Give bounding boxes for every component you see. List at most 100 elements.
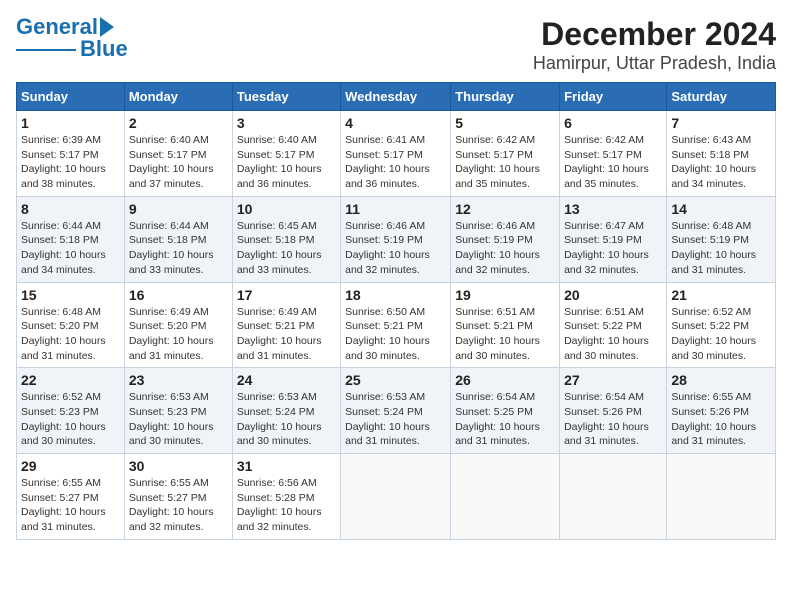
logo: General Blue bbox=[16, 16, 128, 60]
calendar-cell: 2Sunrise: 6:40 AM Sunset: 5:17 PM Daylig… bbox=[124, 111, 232, 197]
day-number: 11 bbox=[345, 201, 446, 217]
calendar-cell: 26 Sunrise: 6:54 AM Sunset: 5:25 PM Dayli… bbox=[451, 368, 560, 454]
day-number: 2 bbox=[129, 115, 228, 131]
header-wednesday: Wednesday bbox=[341, 83, 451, 111]
calendar-cell: 28 Sunrise: 6:55 AM Sunset: 5:26 PM Dayli… bbox=[667, 368, 776, 454]
day-info: Sunrise: 6:49 AM Sunset: 5:21 PM Dayligh… bbox=[237, 305, 336, 364]
calendar-cell: 6Sunrise: 6:42 AM Sunset: 5:17 PM Daylig… bbox=[560, 111, 667, 197]
calendar-cell: 31Sunrise: 6:56 AM Sunset: 5:28 PM Dayli… bbox=[232, 454, 340, 540]
day-info: Sunrise: 6:46 AM Sunset: 5:19 PM Dayligh… bbox=[345, 219, 446, 278]
day-info: Sunrise: 6:42 AM Sunset: 5:17 PM Dayligh… bbox=[564, 133, 662, 192]
day-info: Sunrise: 6:53 AM Sunset: 5:24 PM Dayligh… bbox=[345, 390, 446, 449]
calendar-cell: 19 Sunrise: 6:51 AM Sunset: 5:21 PM Dayli… bbox=[451, 282, 560, 368]
calendar-subtitle: Hamirpur, Uttar Pradesh, India bbox=[533, 53, 776, 74]
day-info: Sunrise: 6:43 AM Sunset: 5:18 PM Dayligh… bbox=[671, 133, 771, 192]
calendar-table: SundayMondayTuesdayWednesdayThursdayFrid… bbox=[16, 82, 776, 540]
day-number: 9 bbox=[129, 201, 228, 217]
page-header: General Blue December 2024 Hamirpur, Utt… bbox=[16, 16, 776, 74]
day-number: 29 bbox=[21, 458, 120, 474]
day-info: Sunrise: 6:55 AM Sunset: 5:27 PM Dayligh… bbox=[21, 476, 120, 535]
day-number: 22 bbox=[21, 372, 120, 388]
calendar-cell: 21Sunrise: 6:52 AM Sunset: 5:22 PM Dayli… bbox=[667, 282, 776, 368]
day-info: Sunrise: 6:45 AM Sunset: 5:18 PM Dayligh… bbox=[237, 219, 336, 278]
calendar-cell bbox=[341, 454, 451, 540]
calendar-cell: 1 Sunrise: 6:39 AM Sunset: 5:17 PM Daylig… bbox=[17, 111, 125, 197]
day-number: 13 bbox=[564, 201, 662, 217]
calendar-cell: 17 Sunrise: 6:49 AM Sunset: 5:21 PM Dayli… bbox=[232, 282, 340, 368]
day-info: Sunrise: 6:52 AM Sunset: 5:23 PM Dayligh… bbox=[21, 390, 120, 449]
day-number: 28 bbox=[671, 372, 771, 388]
calendar-cell: 30Sunrise: 6:55 AM Sunset: 5:27 PM Dayli… bbox=[124, 454, 232, 540]
day-info: Sunrise: 6:54 AM Sunset: 5:26 PM Dayligh… bbox=[564, 390, 662, 449]
day-number: 20 bbox=[564, 287, 662, 303]
day-info: Sunrise: 6:55 AM Sunset: 5:26 PM Dayligh… bbox=[671, 390, 771, 449]
day-info: Sunrise: 6:53 AM Sunset: 5:24 PM Dayligh… bbox=[237, 390, 336, 449]
day-number: 4 bbox=[345, 115, 446, 131]
calendar-cell: 25 Sunrise: 6:53 AM Sunset: 5:24 PM Dayli… bbox=[341, 368, 451, 454]
day-number: 1 bbox=[21, 115, 120, 131]
day-number: 10 bbox=[237, 201, 336, 217]
calendar-header-row: SundayMondayTuesdayWednesdayThursdayFrid… bbox=[17, 83, 776, 111]
day-info: Sunrise: 6:51 AM Sunset: 5:22 PM Dayligh… bbox=[564, 305, 662, 364]
calendar-cell: 22 Sunrise: 6:52 AM Sunset: 5:23 PM Dayli… bbox=[17, 368, 125, 454]
logo-blue-text: Blue bbox=[80, 38, 128, 60]
day-number: 15 bbox=[21, 287, 120, 303]
week-row-3: 15 Sunrise: 6:48 AM Sunset: 5:20 PM Dayli… bbox=[17, 282, 776, 368]
calendar-cell: 3 Sunrise: 6:40 AM Sunset: 5:17 PM Daylig… bbox=[232, 111, 340, 197]
logo-line bbox=[16, 49, 76, 51]
day-number: 16 bbox=[129, 287, 228, 303]
day-info: Sunrise: 6:41 AM Sunset: 5:17 PM Dayligh… bbox=[345, 133, 446, 192]
day-info: Sunrise: 6:55 AM Sunset: 5:27 PM Dayligh… bbox=[129, 476, 228, 535]
calendar-cell: 4 Sunrise: 6:41 AM Sunset: 5:17 PM Daylig… bbox=[341, 111, 451, 197]
day-info: Sunrise: 6:42 AM Sunset: 5:17 PM Dayligh… bbox=[455, 133, 555, 192]
calendar-cell: 13 Sunrise: 6:47 AM Sunset: 5:19 PM Dayli… bbox=[560, 196, 667, 282]
title-block: December 2024 Hamirpur, Uttar Pradesh, I… bbox=[533, 16, 776, 74]
day-info: Sunrise: 6:44 AM Sunset: 5:18 PM Dayligh… bbox=[21, 219, 120, 278]
header-tuesday: Tuesday bbox=[232, 83, 340, 111]
header-sunday: Sunday bbox=[17, 83, 125, 111]
week-row-5: 29 Sunrise: 6:55 AM Sunset: 5:27 PM Dayli… bbox=[17, 454, 776, 540]
header-friday: Friday bbox=[560, 83, 667, 111]
day-info: Sunrise: 6:40 AM Sunset: 5:17 PM Dayligh… bbox=[237, 133, 336, 192]
day-number: 26 bbox=[455, 372, 555, 388]
day-info: Sunrise: 6:48 AM Sunset: 5:20 PM Dayligh… bbox=[21, 305, 120, 364]
day-info: Sunrise: 6:47 AM Sunset: 5:19 PM Dayligh… bbox=[564, 219, 662, 278]
calendar-cell: 12 Sunrise: 6:46 AM Sunset: 5:19 PM Dayli… bbox=[451, 196, 560, 282]
day-info: Sunrise: 6:44 AM Sunset: 5:18 PM Dayligh… bbox=[129, 219, 228, 278]
calendar-cell: 10 Sunrise: 6:45 AM Sunset: 5:18 PM Dayli… bbox=[232, 196, 340, 282]
calendar-cell: 5 Sunrise: 6:42 AM Sunset: 5:17 PM Daylig… bbox=[451, 111, 560, 197]
day-number: 7 bbox=[671, 115, 771, 131]
header-saturday: Saturday bbox=[667, 83, 776, 111]
calendar-cell: 15 Sunrise: 6:48 AM Sunset: 5:20 PM Dayli… bbox=[17, 282, 125, 368]
day-number: 25 bbox=[345, 372, 446, 388]
week-row-1: 1 Sunrise: 6:39 AM Sunset: 5:17 PM Daylig… bbox=[17, 111, 776, 197]
day-info: Sunrise: 6:54 AM Sunset: 5:25 PM Dayligh… bbox=[455, 390, 555, 449]
day-info: Sunrise: 6:39 AM Sunset: 5:17 PM Dayligh… bbox=[21, 133, 120, 192]
day-number: 17 bbox=[237, 287, 336, 303]
week-row-2: 8Sunrise: 6:44 AM Sunset: 5:18 PM Daylig… bbox=[17, 196, 776, 282]
header-thursday: Thursday bbox=[451, 83, 560, 111]
calendar-cell bbox=[560, 454, 667, 540]
calendar-cell bbox=[451, 454, 560, 540]
day-number: 18 bbox=[345, 287, 446, 303]
logo-text: General bbox=[16, 16, 98, 38]
day-number: 19 bbox=[455, 287, 555, 303]
day-info: Sunrise: 6:51 AM Sunset: 5:21 PM Dayligh… bbox=[455, 305, 555, 364]
day-info: Sunrise: 6:46 AM Sunset: 5:19 PM Dayligh… bbox=[455, 219, 555, 278]
calendar-cell: 11 Sunrise: 6:46 AM Sunset: 5:19 PM Dayli… bbox=[341, 196, 451, 282]
calendar-cell: 16Sunrise: 6:49 AM Sunset: 5:20 PM Dayli… bbox=[124, 282, 232, 368]
day-number: 3 bbox=[237, 115, 336, 131]
day-number: 31 bbox=[237, 458, 336, 474]
calendar-cell: 27 Sunrise: 6:54 AM Sunset: 5:26 PM Dayli… bbox=[560, 368, 667, 454]
header-monday: Monday bbox=[124, 83, 232, 111]
day-number: 27 bbox=[564, 372, 662, 388]
day-number: 14 bbox=[671, 201, 771, 217]
calendar-cell: 29 Sunrise: 6:55 AM Sunset: 5:27 PM Dayli… bbox=[17, 454, 125, 540]
day-number: 21 bbox=[671, 287, 771, 303]
calendar-title: December 2024 bbox=[533, 16, 776, 53]
day-number: 5 bbox=[455, 115, 555, 131]
day-info: Sunrise: 6:50 AM Sunset: 5:21 PM Dayligh… bbox=[345, 305, 446, 364]
calendar-cell: 18 Sunrise: 6:50 AM Sunset: 5:21 PM Dayli… bbox=[341, 282, 451, 368]
day-number: 12 bbox=[455, 201, 555, 217]
week-row-4: 22 Sunrise: 6:52 AM Sunset: 5:23 PM Dayli… bbox=[17, 368, 776, 454]
